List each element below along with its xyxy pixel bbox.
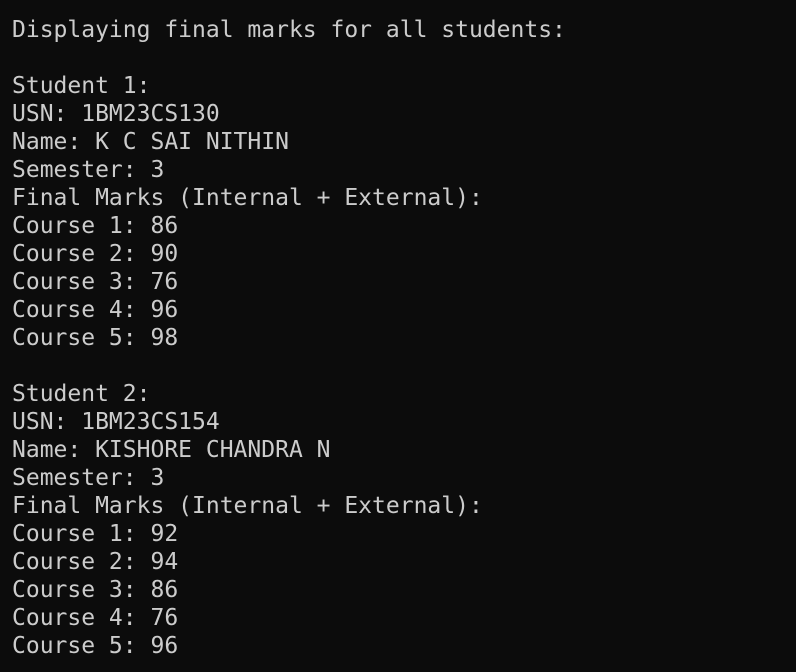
student-heading: Student 2:	[12, 381, 151, 407]
semester-line: Semester: 3	[12, 157, 165, 183]
course-line: Course 4: 76	[12, 605, 179, 631]
course-line: Course 1: 92	[12, 521, 179, 547]
marks-title: Final Marks (Internal + External):	[12, 493, 483, 519]
course-line: Course 2: 90	[12, 241, 179, 267]
course-line: Course 5: 98	[12, 325, 179, 351]
student-block: Student 2: USN: 1BM23CS154 Name: KISHORE…	[12, 380, 796, 660]
course-line: Course 5: 96	[12, 633, 179, 659]
name-line: Name: K C SAI NITHIN	[12, 129, 289, 155]
semester-line: Semester: 3	[12, 465, 165, 491]
student-block: Student 1: USN: 1BM23CS130 Name: K C SAI…	[12, 72, 796, 352]
student-heading: Student 1:	[12, 73, 151, 99]
course-line: Course 3: 86	[12, 577, 179, 603]
course-line: Course 3: 76	[12, 269, 179, 295]
marks-title: Final Marks (Internal + External):	[12, 185, 483, 211]
course-line: Course 2: 94	[12, 549, 179, 575]
terminal-output: Displaying final marks for all students:…	[0, 0, 796, 672]
header-line: Displaying final marks for all students:	[12, 17, 566, 43]
course-line: Course 1: 86	[12, 213, 179, 239]
usn-line: USN: 1BM23CS154	[12, 409, 220, 435]
name-line: Name: KISHORE CHANDRA N	[12, 437, 331, 463]
usn-line: USN: 1BM23CS130	[12, 101, 220, 127]
course-line: Course 4: 96	[12, 297, 179, 323]
